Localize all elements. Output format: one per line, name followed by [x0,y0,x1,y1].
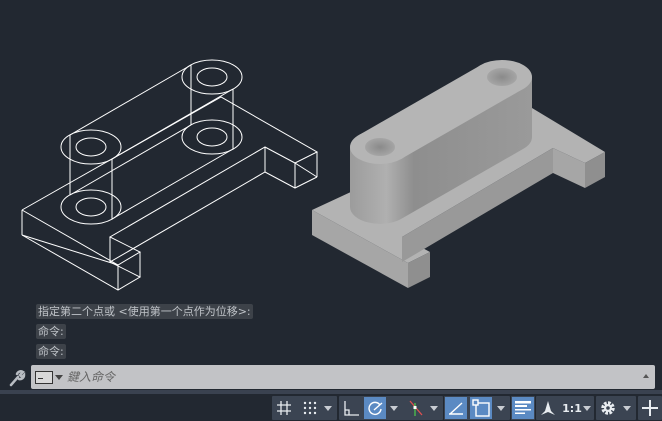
workspace-dropdown[interactable] [623,406,631,411]
object-snap-icon [472,399,490,417]
isometric-drafting-button[interactable] [404,397,426,419]
wrench-icon[interactable] [8,369,26,387]
grid-button[interactable] [273,397,295,419]
lineweight-icon [515,401,531,414]
annotation-scale-dropdown[interactable] [583,406,591,411]
polar-tracking-button[interactable] [364,397,386,419]
gear-icon [601,401,615,415]
isodraft-dropdown[interactable] [430,406,438,411]
command-input-box[interactable] [31,365,655,389]
object-snap-tracking-icon [449,402,463,415]
command-history-line: 命令: [36,324,66,339]
ortho-button[interactable] [340,397,362,419]
chevron-down-icon[interactable] [55,375,63,380]
wireframe-model[interactable] [21,59,319,291]
annotation-scale-button[interactable]: 1:1 [561,397,583,419]
drawing-viewport[interactable] [0,0,662,300]
annotation-visibility-button[interactable] [537,397,559,419]
snap-icon [303,401,317,415]
lineweight-button[interactable] [512,397,534,419]
customize-plus-icon [642,400,658,416]
snap-dropdown[interactable] [324,406,332,411]
object-snap-button[interactable] [470,397,492,419]
grid-icon [277,401,291,415]
polar-dropdown[interactable] [390,406,398,411]
status-bar: 1:1 [0,394,662,421]
solid-hole-right [487,68,517,86]
osnap-dropdown[interactable] [497,406,505,411]
command-history-line: 命令: [36,344,66,359]
polar-tracking-icon [368,401,383,415]
wire-base-top [21,96,319,266]
shaded-solid-model[interactable] [312,60,605,288]
annotation-visibility-icon [541,401,555,415]
workspace-button[interactable] [597,397,619,419]
snap-button[interactable] [299,397,321,419]
customize-button[interactable] [639,397,661,419]
solid-hole-left [365,138,395,156]
wire-pillar [60,59,243,225]
wire-holes [75,67,228,217]
wire-base-verticals [21,147,318,290]
command-prompt-icon[interactable] [35,371,53,384]
history-up-icon[interactable] [643,374,649,378]
command-input[interactable] [67,368,637,386]
object-snap-tracking-button[interactable] [445,397,467,419]
command-line [0,364,662,390]
ortho-icon [344,401,359,416]
command-history-line: 指定第二个点或 <使用第一个点作为位移>: [36,304,253,319]
isometric-drafting-icon [409,400,423,416]
wire-base-bottom [21,171,318,291]
